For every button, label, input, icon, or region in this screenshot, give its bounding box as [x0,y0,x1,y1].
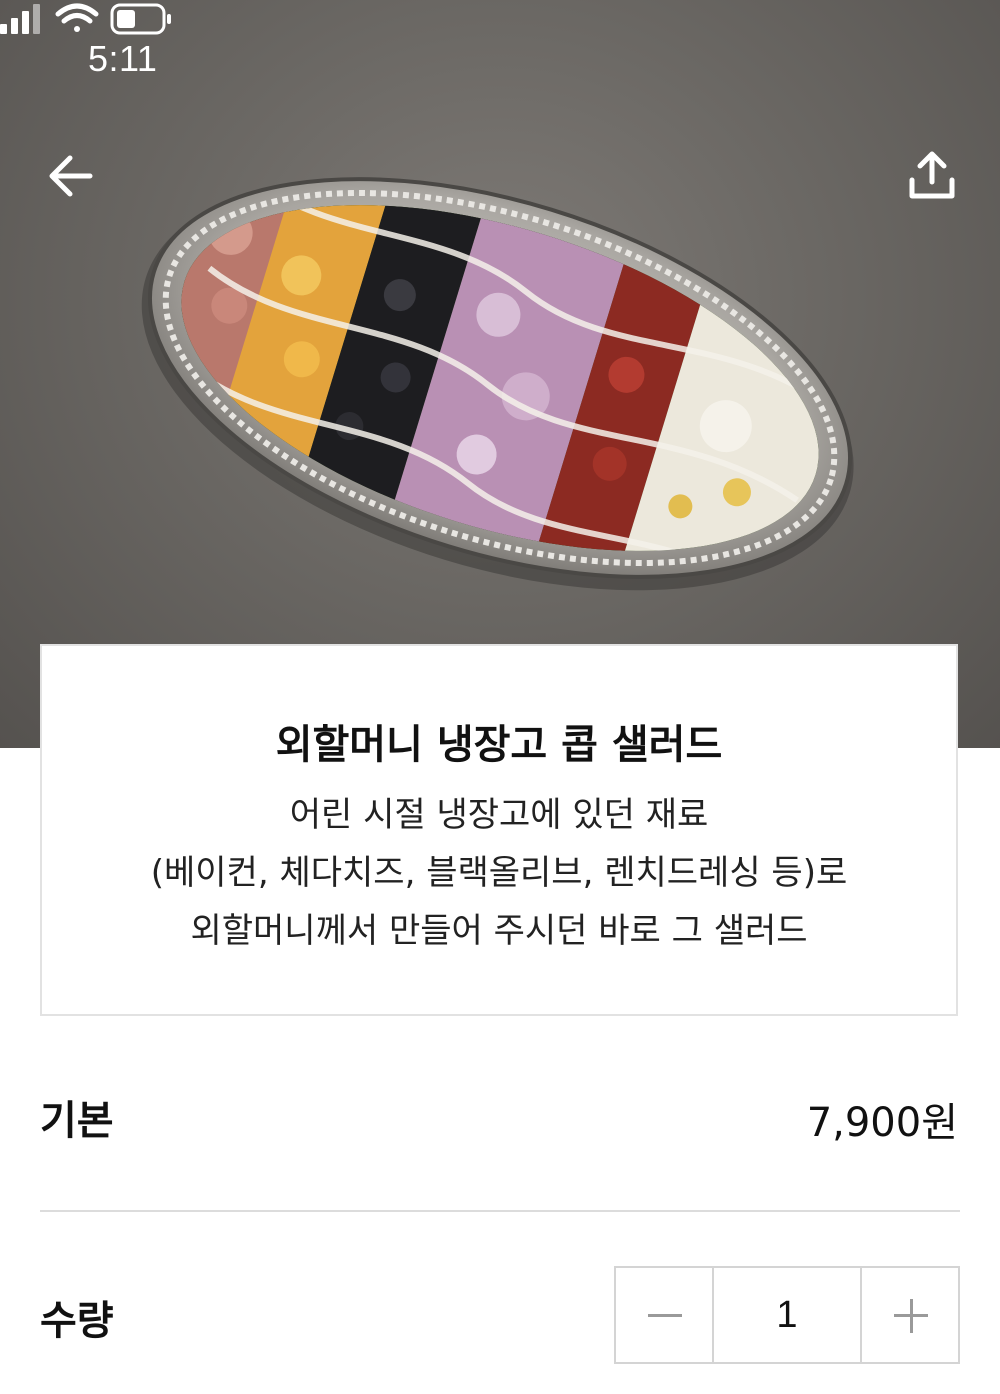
description-line: (베이컨, 체다치즈, 블랙올리브, 렌치드레싱 등)로 [150,853,848,893]
product-info-card: 외할머니 냉장고 콥 샐러드 어린 시절 냉장고에 있던 재료 (베이컨, 체다… [40,644,958,1016]
battery-icon [110,3,171,35]
quantity-value: 1 [712,1268,862,1362]
quantity-stepper: 1 [614,1266,960,1364]
wifi-icon [55,3,99,32]
cellular-signal-icon [0,4,40,34]
share-upload-icon [909,151,955,199]
arrow-left-icon [49,155,93,197]
salad-platter-image [140,138,860,618]
base-label: 기본 [40,1098,114,1144]
status-icons [0,3,171,35]
decrease-quantity-button[interactable] [616,1268,712,1362]
base-option-row: 기본 7,900원 [40,1080,960,1150]
product-photo: 5:11 [0,0,1000,748]
back-button[interactable] [42,146,102,206]
description-line: 어린 시절 냉장고에 있던 재료 [289,795,709,835]
quantity-label: 수량 [40,1298,114,1344]
description-line: 외할머니께서 만들어 주시던 바로 그 샐러드 [190,911,808,951]
divider [40,1210,960,1212]
base-price: 7,900원 [806,1100,958,1146]
status-time: 5:11 [88,38,158,79]
share-button[interactable] [902,146,962,206]
product-description: 어린 시절 냉장고에 있던 재료 (베이컨, 체다치즈, 블랙올리브, 렌치드레… [42,786,956,960]
quantity-row: 수량 1 [40,1266,960,1364]
increase-quantity-button[interactable] [862,1268,958,1362]
product-title: 외할머니 냉장고 콥 샐러드 [275,722,723,768]
minus-icon [648,1314,682,1317]
